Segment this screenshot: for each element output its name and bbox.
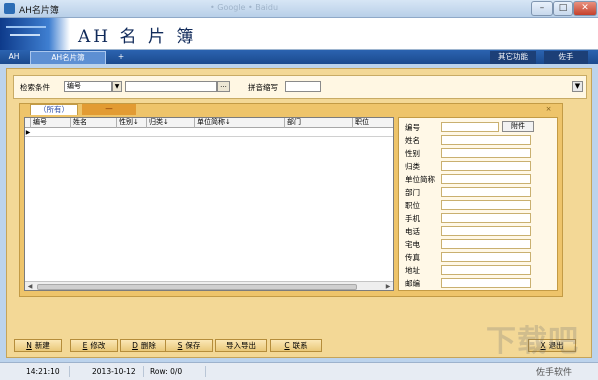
detail-input-department[interactable]: [441, 187, 531, 197]
horizontal-scrollbar[interactable]: ◀ ▶: [25, 281, 393, 290]
detail-label: 部门: [405, 188, 420, 197]
grid-header: 编号 姓名 性别↓ 归类↓ 单位简称↓ 部门 职位: [25, 118, 393, 128]
column-header[interactable]: 编号: [31, 118, 71, 128]
detail-input-category[interactable]: [441, 161, 531, 171]
column-header[interactable]: 姓名: [71, 118, 117, 128]
detail-input-phone[interactable]: [441, 226, 531, 236]
helper-button[interactable]: 佐手: [544, 51, 588, 64]
window-title: AH名片簿: [19, 6, 59, 16]
detail-input-postcode[interactable]: [441, 278, 531, 288]
card-panel: （所有） — × 编号 姓名 性别↓ 归类↓ 单位简称↓ 部门 职位 ▶ ◀ ▶: [19, 103, 563, 297]
detail-input-name[interactable]: [441, 135, 531, 145]
column-header[interactable]: 归类↓: [147, 118, 195, 128]
app-icon: [4, 3, 15, 14]
maximize-button[interactable]: □: [553, 1, 573, 16]
detail-label: 编号: [405, 123, 420, 132]
close-button[interactable]: ✕: [573, 1, 597, 16]
save-button[interactable]: S 保存: [165, 339, 213, 352]
detail-input-mobile[interactable]: [441, 213, 531, 223]
status-date: 2013-10-12: [72, 366, 144, 377]
detail-input-gender[interactable]: [441, 148, 531, 158]
title-bar: AH名片簿 • Google • Baidu – □ ✕: [0, 0, 598, 18]
detail-label: 职位: [405, 201, 420, 210]
detail-input-fax[interactable]: [441, 252, 531, 262]
watermark-logo: 下载吧: [486, 324, 579, 359]
attachment-button[interactable]: 附件: [502, 121, 534, 132]
workspace: 检索条件 编号 ▼ ... 拼音缩写 ▼ （所有） — × 编号 姓名 性别↓ …: [6, 68, 592, 358]
detail-label: 性别: [405, 149, 420, 158]
detail-label: 邮编: [405, 279, 420, 288]
tab-card-book[interactable]: AH名片簿: [30, 51, 106, 64]
search-bar: 检索条件 编号 ▼ ... 拼音缩写 ▼: [13, 75, 587, 99]
table-row[interactable]: ▶: [25, 128, 393, 137]
detail-label: 地址: [405, 266, 420, 275]
detail-input-company[interactable]: [441, 174, 531, 184]
detail-input-home-phone[interactable]: [441, 239, 531, 249]
column-header[interactable]: 单位简称↓: [195, 118, 285, 128]
watermark-caption: 佐手软件: [536, 368, 573, 378]
browse-button[interactable]: ...: [217, 81, 230, 92]
expand-icon[interactable]: ▼: [572, 81, 583, 92]
new-button[interactable]: N 新建: [14, 339, 62, 352]
scroll-thumb[interactable]: [37, 284, 357, 290]
detail-label: 归类: [405, 162, 420, 171]
detail-label: 姓名: [405, 136, 420, 145]
tab-ah[interactable]: AH: [4, 51, 24, 64]
detail-label: 电话: [405, 227, 420, 236]
edit-button[interactable]: E 修改: [70, 339, 118, 352]
row-indicator-icon: ▶: [25, 129, 31, 136]
minimize-button[interactable]: –: [531, 1, 553, 16]
detail-label: 单位简称: [405, 175, 435, 184]
pinyin-label: 拼音缩写: [248, 83, 278, 92]
chevron-down-icon[interactable]: ▼: [112, 81, 122, 92]
column-header[interactable]: 性别↓: [117, 118, 147, 128]
column-header[interactable]: 职位: [353, 118, 393, 128]
group-tab-all[interactable]: （所有）: [30, 104, 78, 115]
status-time: 14:21:10: [4, 366, 70, 377]
banner-logo: [0, 18, 70, 50]
detail-label: 手机: [405, 214, 420, 223]
delete-button[interactable]: D 删除: [120, 339, 168, 352]
search-field-select[interactable]: 编号: [64, 81, 112, 92]
detail-label: 传真: [405, 253, 420, 262]
close-icon[interactable]: ×: [544, 105, 553, 114]
scroll-right-icon[interactable]: ▶: [383, 282, 393, 290]
status-rows: Row: 0/0: [146, 366, 206, 377]
import-export-button[interactable]: 导入导出: [215, 339, 267, 352]
contact-button[interactable]: C 联系: [270, 339, 322, 352]
detail-input-position[interactable]: [441, 200, 531, 210]
other-functions-button[interactable]: 其它功能: [490, 51, 536, 64]
scroll-left-icon[interactable]: ◀: [25, 282, 35, 290]
column-header[interactable]: 部门: [285, 118, 353, 128]
tab-bar: AH AH名片簿 + 其它功能 佐手: [0, 50, 598, 64]
add-tab-button[interactable]: +: [114, 51, 128, 64]
banner-title: AH 名 片 簿: [78, 27, 197, 47]
search-input[interactable]: [125, 81, 217, 92]
group-tab-other[interactable]: —: [82, 104, 136, 115]
status-bar: 14:21:10 2013-10-12 Row: 0/0 佐手软件: [0, 362, 598, 380]
pinyin-input[interactable]: [285, 81, 321, 92]
detail-label: 宅电: [405, 240, 420, 249]
detail-input-id[interactable]: [441, 122, 499, 132]
faded-background-text: • Google • Baidu: [210, 3, 279, 12]
app-banner: AH 名 片 簿: [0, 18, 598, 50]
card-grid[interactable]: 编号 姓名 性别↓ 归类↓ 单位简称↓ 部门 职位 ▶ ◀ ▶: [24, 117, 394, 291]
detail-form: 附件 编号 姓名 性别 归类 单位简称 部门 职位 手机 电话 宅电 传真 地址: [398, 117, 558, 291]
detail-input-address[interactable]: [441, 265, 531, 275]
search-condition-label: 检索条件: [20, 83, 50, 92]
